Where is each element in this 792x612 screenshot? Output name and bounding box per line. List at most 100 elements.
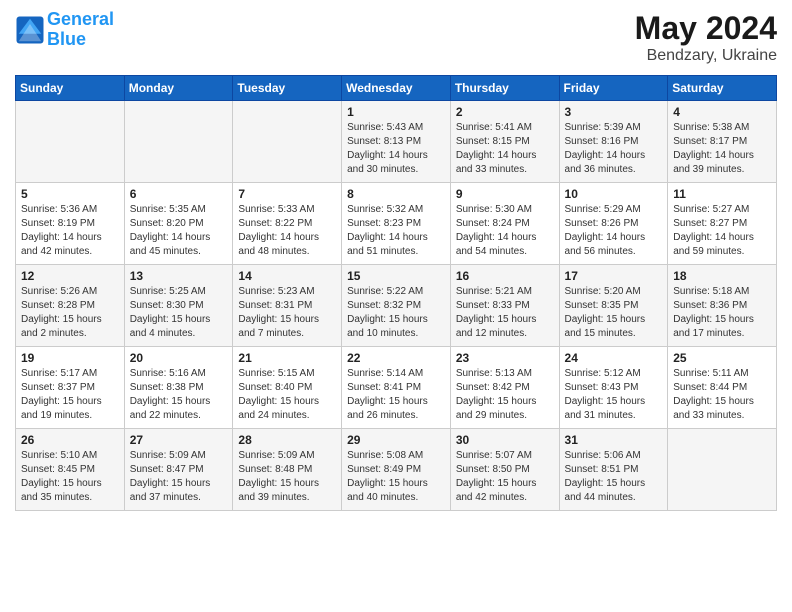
day-number: 22 [347, 351, 445, 365]
table-row: 6 Sunrise: 5:35 AM Sunset: 8:20 PM Daylig… [124, 183, 233, 265]
day-info: Sunrise: 5:25 AM Sunset: 8:30 PM Dayligh… [130, 285, 228, 341]
day-info: Sunrise: 5:33 AM Sunset: 8:22 PM Dayligh… [238, 203, 336, 259]
day-number: 24 [565, 351, 663, 365]
title-month: May 2024 [635, 10, 777, 47]
header: General Blue May 2024 Bendzary, Ukraine [15, 10, 777, 65]
day-info: Sunrise: 5:09 AM Sunset: 8:47 PM Dayligh… [130, 449, 228, 505]
table-row: 9 Sunrise: 5:30 AM Sunset: 8:24 PM Daylig… [450, 183, 559, 265]
week-row-1: 1 Sunrise: 5:43 AM Sunset: 8:13 PM Daylig… [16, 101, 777, 183]
table-row: 13 Sunrise: 5:25 AM Sunset: 8:30 PM Dayli… [124, 265, 233, 347]
header-sunday: Sunday [16, 76, 125, 101]
day-info: Sunrise: 5:43 AM Sunset: 8:13 PM Dayligh… [347, 121, 445, 177]
table-row: 14Sunrise: 5:23 AM Sunset: 8:31 PM Dayli… [233, 265, 342, 347]
day-number: 16 [456, 269, 554, 283]
header-saturday: Saturday [668, 76, 777, 101]
day-number: 26 [21, 433, 119, 447]
week-row-2: 5 Sunrise: 5:36 AM Sunset: 8:19 PM Daylig… [16, 183, 777, 265]
week-row-3: 12 Sunrise: 5:26 AM Sunset: 8:28 PM Dayli… [16, 265, 777, 347]
day-number: 12 [21, 269, 119, 283]
day-number: 21 [238, 351, 336, 365]
table-row: 7 Sunrise: 5:33 AM Sunset: 8:22 PM Daylig… [233, 183, 342, 265]
day-number: 3 [565, 105, 663, 119]
day-number: 18 [673, 269, 771, 283]
table-row: 25Sunrise: 5:11 AM Sunset: 8:44 PM Dayli… [668, 347, 777, 429]
day-number: 4 [673, 105, 771, 119]
day-info: Sunrise: 5:32 AM Sunset: 8:23 PM Dayligh… [347, 203, 445, 259]
table-row: 4 Sunrise: 5:38 AM Sunset: 8:17 PM Daylig… [668, 101, 777, 183]
day-info: Sunrise: 5:11 AM Sunset: 8:44 PM Dayligh… [673, 367, 771, 423]
day-info: Sunrise: 5:09 AM Sunset: 8:48 PM Dayligh… [238, 449, 336, 505]
table-row: 11 Sunrise: 5:27 AM Sunset: 8:27 PM Dayli… [668, 183, 777, 265]
calendar-header-row: Sunday Monday Tuesday Wednesday Thursday… [16, 76, 777, 101]
day-info: Sunrise: 5:27 AM Sunset: 8:27 PM Dayligh… [673, 203, 771, 259]
day-number: 10 [565, 187, 663, 201]
table-row: 23 Sunrise: 5:13 AM Sunset: 8:42 PM Dayli… [450, 347, 559, 429]
header-monday: Monday [124, 76, 233, 101]
table-row: 18 Sunrise: 5:18 AM Sunset: 8:36 PM Dayli… [668, 265, 777, 347]
header-thursday: Thursday [450, 76, 559, 101]
day-info: Sunrise: 5:22 AM Sunset: 8:32 PM Dayligh… [347, 285, 445, 341]
day-number: 31 [565, 433, 663, 447]
day-info: Sunrise: 5:21 AM Sunset: 8:33 PM Dayligh… [456, 285, 554, 341]
day-number: 17 [565, 269, 663, 283]
table-row: 28 Sunrise: 5:09 AM Sunset: 8:48 PM Dayli… [233, 429, 342, 511]
day-number: 27 [130, 433, 228, 447]
table-row: 26 Sunrise: 5:10 AM Sunset: 8:45 PM Dayli… [16, 429, 125, 511]
day-info: Sunrise: 5:17 AM Sunset: 8:37 PM Dayligh… [21, 367, 119, 423]
day-info: Sunrise: 5:08 AM Sunset: 8:49 PM Dayligh… [347, 449, 445, 505]
logo-text: General Blue [47, 10, 114, 50]
day-info: Sunrise: 5:10 AM Sunset: 8:45 PM Dayligh… [21, 449, 119, 505]
title-block: May 2024 Bendzary, Ukraine [635, 10, 777, 65]
day-number: 23 [456, 351, 554, 365]
day-info: Sunrise: 5:13 AM Sunset: 8:42 PM Dayligh… [456, 367, 554, 423]
day-info: Sunrise: 5:30 AM Sunset: 8:24 PM Dayligh… [456, 203, 554, 259]
header-wednesday: Wednesday [342, 76, 451, 101]
week-row-4: 19 Sunrise: 5:17 AM Sunset: 8:37 PM Dayli… [16, 347, 777, 429]
day-number: 29 [347, 433, 445, 447]
header-friday: Friday [559, 76, 668, 101]
table-row: 10Sunrise: 5:29 AM Sunset: 8:26 PM Dayli… [559, 183, 668, 265]
table-row: 5 Sunrise: 5:36 AM Sunset: 8:19 PM Daylig… [16, 183, 125, 265]
day-info: Sunrise: 5:38 AM Sunset: 8:17 PM Dayligh… [673, 121, 771, 177]
day-number: 28 [238, 433, 336, 447]
logo-blue: Blue [47, 29, 86, 49]
day-info: Sunrise: 5:14 AM Sunset: 8:41 PM Dayligh… [347, 367, 445, 423]
day-number: 2 [456, 105, 554, 119]
day-info: Sunrise: 5:26 AM Sunset: 8:28 PM Dayligh… [21, 285, 119, 341]
week-row-5: 26 Sunrise: 5:10 AM Sunset: 8:45 PM Dayli… [16, 429, 777, 511]
day-number: 5 [21, 187, 119, 201]
table-row [233, 101, 342, 183]
logo: General Blue [15, 10, 114, 50]
day-info: Sunrise: 5:07 AM Sunset: 8:50 PM Dayligh… [456, 449, 554, 505]
title-location: Bendzary, Ukraine [635, 47, 777, 65]
table-row: 2Sunrise: 5:41 AM Sunset: 8:15 PM Daylig… [450, 101, 559, 183]
day-number: 1 [347, 105, 445, 119]
day-info: Sunrise: 5:06 AM Sunset: 8:51 PM Dayligh… [565, 449, 663, 505]
table-row: 21 Sunrise: 5:15 AM Sunset: 8:40 PM Dayli… [233, 347, 342, 429]
day-info: Sunrise: 5:16 AM Sunset: 8:38 PM Dayligh… [130, 367, 228, 423]
day-number: 11 [673, 187, 771, 201]
day-info: Sunrise: 5:35 AM Sunset: 8:20 PM Dayligh… [130, 203, 228, 259]
day-info: Sunrise: 5:36 AM Sunset: 8:19 PM Dayligh… [21, 203, 119, 259]
table-row: 27 Sunrise: 5:09 AM Sunset: 8:47 PM Dayli… [124, 429, 233, 511]
day-info: Sunrise: 5:15 AM Sunset: 8:40 PM Dayligh… [238, 367, 336, 423]
day-info: Sunrise: 5:20 AM Sunset: 8:35 PM Dayligh… [565, 285, 663, 341]
table-row [124, 101, 233, 183]
logo-general: General [47, 9, 114, 29]
day-number: 20 [130, 351, 228, 365]
table-row: 30 Sunrise: 5:07 AM Sunset: 8:50 PM Dayli… [450, 429, 559, 511]
day-number: 8 [347, 187, 445, 201]
day-number: 7 [238, 187, 336, 201]
day-number: 15 [347, 269, 445, 283]
table-row: 12 Sunrise: 5:26 AM Sunset: 8:28 PM Dayli… [16, 265, 125, 347]
day-number: 30 [456, 433, 554, 447]
day-info: Sunrise: 5:18 AM Sunset: 8:36 PM Dayligh… [673, 285, 771, 341]
table-row [668, 429, 777, 511]
day-number: 6 [130, 187, 228, 201]
table-row: 17 Sunrise: 5:20 AM Sunset: 8:35 PM Dayli… [559, 265, 668, 347]
day-number: 9 [456, 187, 554, 201]
logo-icon [15, 15, 45, 45]
day-number: 19 [21, 351, 119, 365]
day-number: 13 [130, 269, 228, 283]
calendar-table: Sunday Monday Tuesday Wednesday Thursday… [15, 75, 777, 511]
